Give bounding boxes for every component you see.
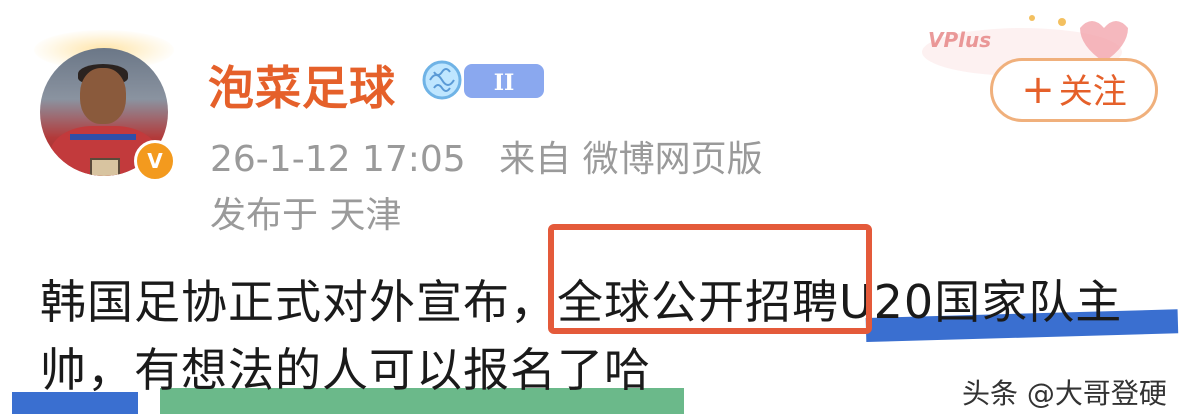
avatar-shirt-stripe — [70, 134, 136, 140]
follow-button-label: 关注 — [1058, 72, 1127, 112]
username[interactable]: 泡菜足球 — [208, 52, 396, 118]
post-body-text-b: U20国家队主 — [839, 275, 1123, 329]
red-highlight-box — [548, 224, 872, 334]
post-source: 来自 微博网页版 — [499, 139, 763, 180]
post-meta-time-source: 26-1-12 17:05 来自 微博网页版 — [210, 130, 763, 182]
verified-v-icon: V — [134, 140, 176, 182]
post-body-text-a: 韩国足协正式对外宣布， — [40, 275, 557, 329]
post-location: 发布于 天津 — [210, 195, 402, 236]
plus-icon: + — [1021, 67, 1055, 113]
avatar-face — [80, 68, 126, 124]
avatar-container[interactable]: V — [34, 30, 176, 182]
follow-button[interactable]: + 关注 — [990, 58, 1158, 122]
vplus-decoration-label: VPlus — [928, 28, 992, 52]
brain-level-icon: II — [422, 60, 544, 100]
watermark: 头条 @大哥登硬 — [962, 377, 1167, 410]
avatar-plaque — [90, 158, 120, 176]
post-timestamp[interactable]: 26-1-12 17:05 — [210, 139, 466, 180]
weibo-post-card: V 泡菜足球 II 26-1-12 17:05 来自 微博网页版 发布于 天津 … — [0, 0, 1200, 418]
level-badge-text: II — [494, 70, 515, 96]
